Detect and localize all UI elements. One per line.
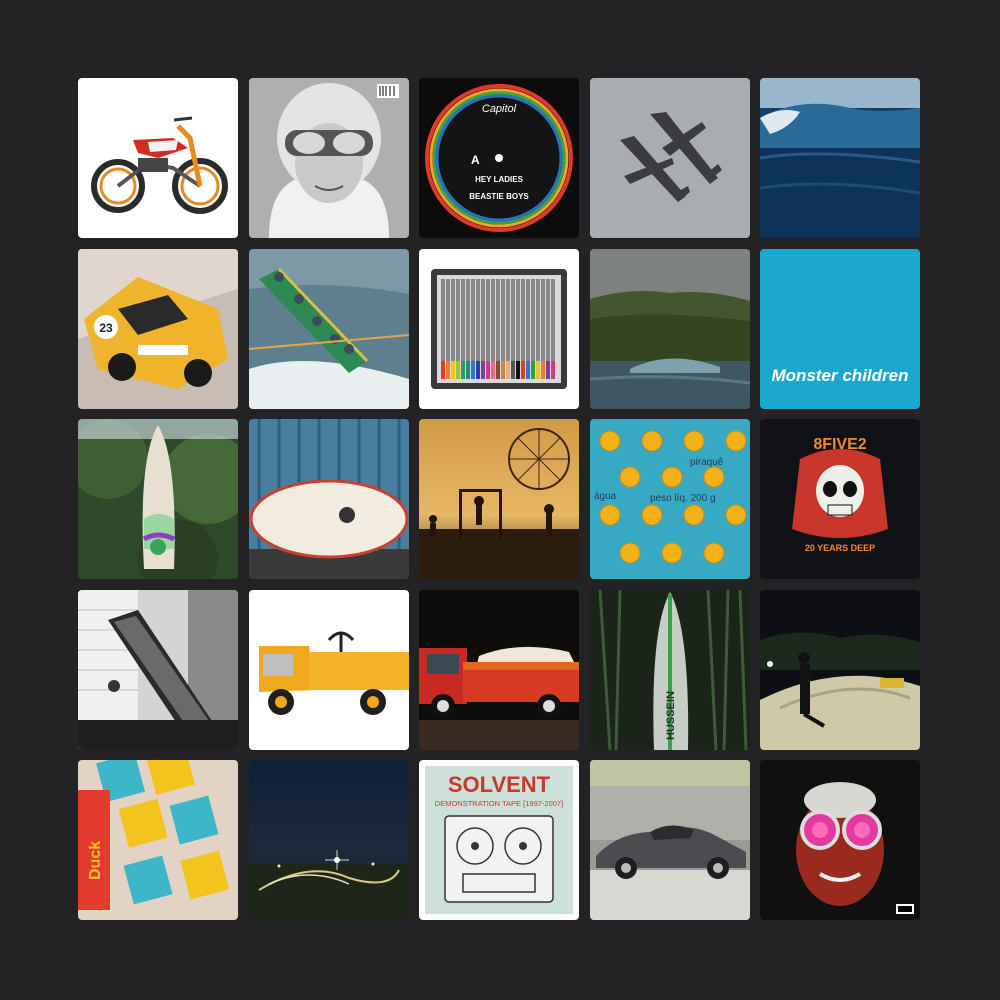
tile-red-truck-with-car[interactable] (419, 589, 579, 750)
piraque-brand: piraquê (690, 457, 724, 468)
tile-skull-tshirt[interactable]: 8FIVE2 20 YEARS DEEP (760, 419, 920, 579)
tile-surf-boat[interactable] (248, 248, 409, 409)
tile-red-goggles-face[interactable] (760, 760, 920, 920)
piraque-agua: água (594, 491, 617, 502)
solvent-title: SOLVENT (448, 772, 551, 797)
duck-brand: Duck (87, 841, 104, 880)
tile-fairground-silhouettes[interactable] (419, 419, 579, 579)
colored-pencils-tin-image (419, 248, 579, 409)
tile-night-skatepark[interactable] (760, 589, 920, 750)
fairground-silhouettes-image (419, 419, 579, 579)
helmet-goggles-portrait-image (248, 78, 409, 238)
tile-piraque-pattern[interactable]: piraquê água peso líq. 200 g (589, 419, 750, 579)
red-truck-with-car-image (419, 589, 579, 750)
tile-solvent-tape-cover[interactable]: SOLVENT DEMONSTRATION TAPE [1997-2007] (419, 760, 579, 920)
tile-island-wave[interactable] (589, 248, 750, 409)
tile-colored-pencils-tin[interactable] (419, 248, 579, 409)
escalator-building-image (78, 589, 238, 750)
tile-helmet-goggles-portrait[interactable] (248, 78, 409, 238)
surfboard-in-trees-image (78, 419, 238, 579)
tile-grey-e-type[interactable] (589, 760, 750, 920)
tile-surfboard-on-container[interactable] (248, 419, 409, 579)
monster-children-logo-image: Monster children (760, 248, 920, 409)
solvent-subtitle: DEMONSTRATION TAPE [1997-2007] (435, 799, 563, 808)
record-artist: BEASTIE BOYS (469, 192, 529, 201)
duck-gum-packs-image: Duck (78, 760, 238, 920)
tile-surfboard-in-trees[interactable] (78, 419, 238, 579)
night-skatepark-image (760, 589, 920, 750)
record-title: HEY LADIES (475, 175, 524, 184)
yellow-utility-cart-image (248, 589, 409, 750)
yellow-race-car-image: 23 (78, 248, 238, 409)
tile-surfboard-bamboo[interactable]: HUSSEIN (589, 589, 750, 750)
grey-e-type-image (589, 760, 750, 920)
vinyl-record-label-image: Capitol A HEY LADIES BEASTIE BOYS (419, 78, 579, 238)
surf-boat-image (248, 248, 409, 409)
tile-vinyl-record-label[interactable]: Capitol A HEY LADIES BEASTIE BOYS (419, 78, 579, 238)
solvent-tape-cover-image: SOLVENT DEMONSTRATION TAPE [1997-2007] (419, 760, 579, 920)
tile-duck-gum-packs[interactable]: Duck (78, 760, 238, 920)
piraque-weight: peso líq. 200 g (650, 493, 716, 504)
record-brand: Capitol (482, 103, 517, 115)
tile-monster-children-logo[interactable]: Monster children (760, 248, 920, 409)
skull-tshirt-image: 8FIVE2 20 YEARS DEEP (760, 419, 920, 579)
spitfire-planes-image (589, 78, 750, 238)
tile-trial-motorcycle[interactable] (78, 78, 238, 238)
tile-ocean-wave[interactable] (760, 78, 920, 238)
image-grid: Capitol A HEY LADIES BEASTIE BOYS 23 Mon… (78, 78, 920, 920)
ocean-wave-image (760, 78, 920, 238)
surfboard-bamboo-image: HUSSEIN (589, 589, 750, 750)
tile-yellow-race-car[interactable]: 23 (78, 248, 238, 409)
car-number: 23 (99, 321, 113, 335)
record-side: A (471, 153, 480, 167)
trial-motorcycle-image (78, 78, 238, 238)
surfboard-on-container-image (248, 419, 409, 579)
logo-text: Monster children (772, 366, 909, 385)
island-wave-image (589, 248, 750, 409)
tile-escalator-building[interactable] (78, 589, 238, 750)
night-race-track-image (248, 760, 409, 920)
tile-yellow-utility-cart[interactable] (248, 589, 409, 750)
tile-night-race-track[interactable] (248, 760, 409, 920)
red-goggles-face-image (760, 760, 920, 920)
shirt-bottom-text: 20 YEARS DEEP (805, 543, 875, 553)
tile-spitfire-planes[interactable] (589, 78, 750, 238)
shirt-top-text: 8FIVE2 (813, 436, 866, 453)
board-text: HUSSEIN (665, 691, 677, 740)
piraque-pattern-image: piraquê água peso líq. 200 g (589, 419, 750, 579)
